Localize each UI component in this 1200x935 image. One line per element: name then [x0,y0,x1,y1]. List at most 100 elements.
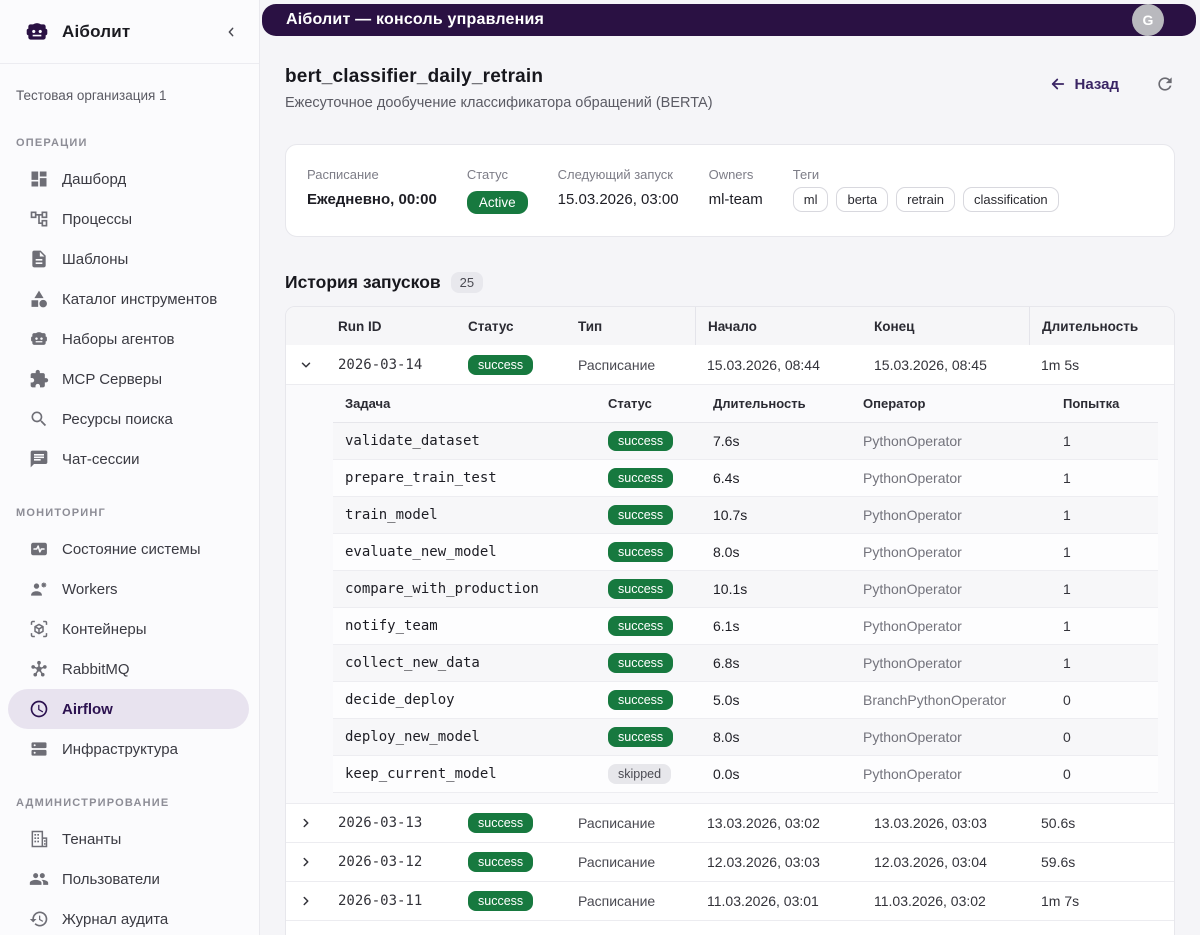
sidebar-item-users[interactable]: Пользователи [0,859,259,899]
schedule-value: Ежедневно, 00:00 [307,191,437,208]
tags-field: Теги ml berta retrain classification [792,167,1059,212]
run-id: 2026-03-13 [338,815,423,831]
task-name: prepare_train_test [345,470,497,486]
task-name: deploy_new_model [345,729,480,745]
task-attempt: 1 [1063,544,1071,560]
run-id: 2026-03-14 [338,356,423,373]
owners-value: ml-team [708,191,763,208]
task-status-badge: success [608,690,674,710]
task-row: decide_deploy success 5.0s BranchPythonO… [333,682,1158,719]
col-task: Задача [345,396,391,411]
chevron-down-icon[interactable] [286,358,326,372]
task-row: evaluate_new_model success 8.0s PythonOp… [333,534,1158,571]
chevron-right-icon[interactable] [286,855,326,869]
refresh-icon [1158,77,1172,91]
task-name: notify_team [345,618,438,634]
task-operator: BranchPythonOperator [863,692,1007,708]
task-attempt: 1 [1063,433,1071,449]
task-duration: 7.6s [713,433,740,449]
run-row[interactable]: 2026-03-12 success Расписание 12.03.2026… [286,842,1174,881]
sidebar-item-dashboard[interactable]: Дашборд [0,159,259,199]
run-end: 13.03.2026, 03:03 [874,815,987,831]
task-status-badge: success [608,653,674,673]
next-run-field: Следующий запуск 15.03.2026, 03:00 [558,167,679,208]
topbar-title: Аіболит — консоль управления [286,11,545,28]
task-attempt: 1 [1063,655,1071,671]
sidebar-item-search-resources[interactable]: Ресурсы поиска [0,399,259,439]
tag-pill: berta [836,187,889,212]
chevron-right-icon[interactable] [286,894,326,908]
task-attempt: 1 [1063,581,1071,597]
sidebar-item-agent-sets[interactable]: Наборы агентов [0,319,259,359]
refresh-button[interactable] [1155,74,1175,94]
org-name: Тестовая организация 1 [16,88,167,103]
task-duration: 5.0s [713,692,740,708]
task-operator: PythonOperator [863,544,962,560]
task-status-badge: success [608,616,674,636]
chevron-right-icon[interactable] [286,816,326,830]
task-duration: 6.1s [713,618,740,634]
sidebar-item-tool-catalog[interactable]: Каталог инструментов [0,279,259,319]
building-icon [28,828,50,850]
sidebar-collapse-icon[interactable] [219,20,243,44]
task-operator: PythonOperator [863,766,962,782]
sidebar-item-workers[interactable]: Workers [0,569,259,609]
col-status: Статус [468,318,514,334]
server-stack-icon [28,738,50,760]
page-subtitle: Ежесуточное дообучение классификатора об… [285,95,713,111]
run-end: 15.03.2026, 08:45 [874,356,987,373]
col-task-attempt: Попытка [1063,396,1120,411]
task-attempt: 0 [1063,766,1071,782]
schedule-field: Расписание Ежедневно, 00:00 [307,167,437,208]
sidebar-item-label: Дашборд [62,170,127,188]
task-duration: 10.7s [713,507,748,523]
task-status-badge: success [608,505,674,525]
task-operator: PythonOperator [863,433,962,449]
run-start: 11.03.2026, 03:01 [707,893,819,909]
users-icon [28,868,50,890]
section-label-administration: АДМИНИСТРИРОВАНИЕ [16,797,170,809]
back-button[interactable]: Назад [1049,75,1119,93]
task-duration: 0.0s [713,766,740,782]
task-duration: 6.8s [713,655,740,671]
user-avatar[interactable]: G [1132,4,1164,36]
runs-count-badge: 25 [450,272,484,293]
sidebar-item-system-health[interactable]: Состояние системы [0,529,259,569]
task-name: keep_current_model [345,766,497,782]
sidebar-item-rabbitmq[interactable]: RabbitMQ [0,649,259,689]
sidebar-item-label: Пользователи [62,870,160,888]
brand-title: Аіболит [62,21,131,41]
run-type: Расписание [578,815,656,831]
sidebar-item-containers[interactable]: Контейнеры [0,609,259,649]
run-row[interactable]: 2026-03-13 success Расписание 13.03.2026… [286,803,1174,842]
document-icon [28,248,50,270]
run-status-badge: success [468,891,534,911]
run-type: Расписание [578,356,656,373]
sidebar-item-chat-sessions[interactable]: Чат-сессии [0,439,259,479]
task-status-badge: success [608,468,674,488]
sidebar-item-label: Процессы [62,210,133,228]
tag-pill: classification [962,187,1059,212]
task-panel: Задача Статус Длительность Оператор Попы… [286,384,1174,803]
sidebar-item-infrastructure[interactable]: Инфраструктура [0,729,259,769]
run-row-expanded[interactable]: 2026-03-14 success Расписание 15.03.2026… [286,345,1174,384]
sidebar-item-label: Каталог инструментов [62,290,218,308]
sidebar-item-label: Контейнеры [62,620,147,638]
run-row[interactable]: 2026-03-11 success Расписание 11.03.2026… [286,881,1174,920]
col-type: Тип [578,318,603,334]
sidebar-item-mcp-servers[interactable]: MCP Серверы [0,359,259,399]
task-status-badge: success [608,727,674,747]
sidebar-item-processes[interactable]: Процессы [0,199,259,239]
col-start: Начало [695,307,862,345]
sidebar-item-airflow[interactable]: Airflow [8,689,249,729]
sidebar-item-audit-log[interactable]: Журнал аудита [0,899,259,935]
sidebar-item-label: Ресурсы поиска [62,410,173,428]
task-name: decide_deploy [345,692,455,708]
col-task-duration: Длительность [713,396,806,411]
page-content: bert_classifier_daily_retrain Ежесуточно… [260,36,1200,935]
sidebar-item-templates[interactable]: Шаблоны [0,239,259,279]
next-run-label: Следующий запуск [557,167,673,182]
col-task-operator: Оператор [863,396,926,411]
sidebar-item-tenants[interactable]: Тенанты [0,819,259,859]
task-operator: PythonOperator [863,581,962,597]
